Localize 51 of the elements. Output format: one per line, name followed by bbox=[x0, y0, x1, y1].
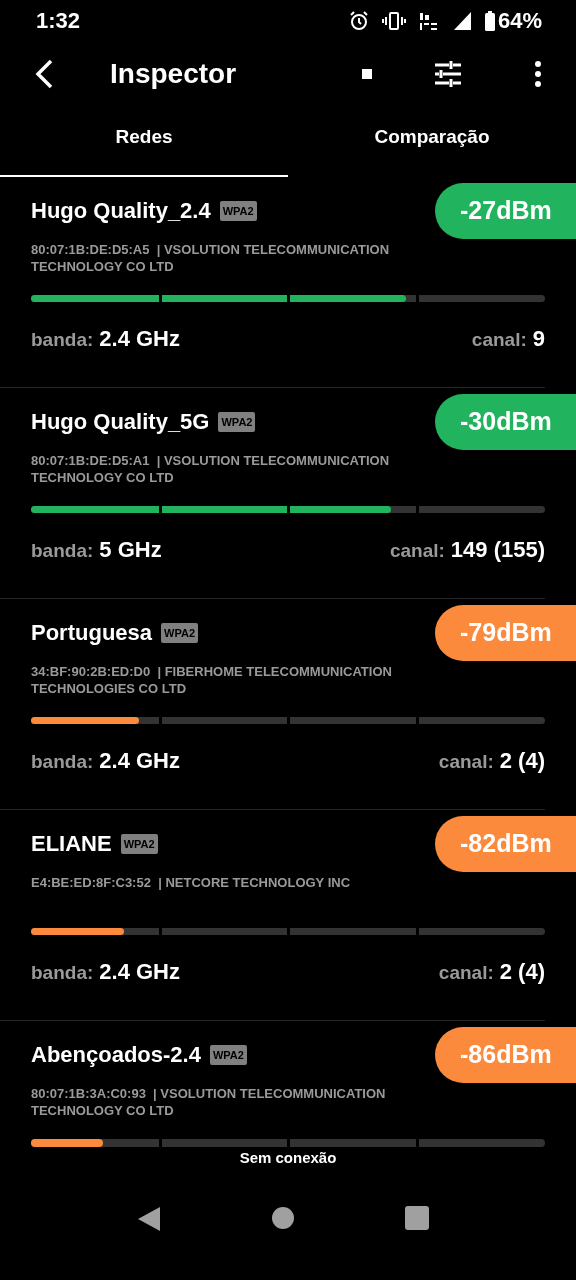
stop-button[interactable] bbox=[362, 69, 372, 80]
mac-vendor-text: 80:07:1B:DE:D5:A5 | VSOLUTION TELECOMMUNICATION TECHNOLOGY CO LTD bbox=[31, 240, 391, 275]
battery-icon bbox=[483, 9, 496, 32]
network-name: Hugo Quality_5G bbox=[31, 408, 210, 437]
security-tag: WPA2 bbox=[161, 622, 198, 644]
channel-value: 149 (155) bbox=[450, 535, 545, 564]
signal-strength-badge: -82dBm bbox=[435, 815, 576, 872]
band-label: banda: bbox=[31, 538, 94, 563]
channel-label: canal: bbox=[471, 327, 527, 352]
security-tag: WPA2 bbox=[120, 833, 158, 855]
back-button[interactable] bbox=[34, 58, 54, 91]
vibrate-icon bbox=[381, 9, 406, 32]
channel-label: canal: bbox=[389, 538, 445, 563]
band-value: 2.4 GHz bbox=[99, 324, 180, 353]
connection-status: Sem conexão bbox=[239, 1147, 337, 1168]
tab[interactable]: Redes bbox=[0, 107, 288, 177]
network-name: Hugo Quality_2.4 bbox=[31, 197, 211, 226]
nav-back-icon[interactable] bbox=[137, 1205, 161, 1232]
band-value: 2.4 GHz bbox=[99, 957, 180, 986]
channel-label: canal: bbox=[438, 960, 494, 985]
network-name: Abençoados-2.4 bbox=[31, 1041, 201, 1070]
channel-value: 9 bbox=[532, 324, 545, 353]
security-tag: WPA2 bbox=[218, 411, 256, 433]
security-tag: WPA2 bbox=[219, 200, 257, 222]
filter-icon[interactable] bbox=[434, 61, 462, 88]
channel-value: 2 (4) bbox=[499, 957, 545, 986]
signal-strength-badge: -86dBm bbox=[435, 1026, 576, 1083]
nav-home-icon[interactable] bbox=[271, 1205, 295, 1230]
mac-vendor-text: 34:BF:90:2B:ED:D0 | FIBERHOME TELECOMMUNICATION TECHNOLOGIES CO LTD bbox=[31, 662, 393, 697]
band-label: banda: bbox=[31, 749, 94, 774]
band-value: 2.4 GHz bbox=[99, 746, 180, 775]
channel-label: canal: bbox=[438, 749, 494, 774]
more-menu-icon[interactable] bbox=[534, 61, 542, 88]
nav-recents-icon[interactable] bbox=[405, 1205, 429, 1230]
mac-vendor-text: 80:07:1B:3A:C0:93 | VSOLUTION TELECOMMUNICATION TECHNOLOGY CO LTD bbox=[31, 1084, 387, 1119]
tab[interactable]: Comparação bbox=[288, 107, 576, 177]
band-label: banda: bbox=[31, 960, 94, 985]
status-time: 1:32 bbox=[36, 7, 81, 36]
screen-title: Inspector bbox=[110, 57, 238, 92]
security-tag: WPA2 bbox=[209, 1044, 247, 1066]
mac-vendor-text: 80:07:1B:DE:D5:A1 | VSOLUTION TELECOMMUNICATION TECHNOLOGY CO LTD bbox=[31, 451, 391, 486]
band-value: 5 GHz bbox=[99, 535, 162, 564]
battery-percent: 64% bbox=[497, 7, 542, 36]
signal-strength-badge: -27dBm bbox=[435, 182, 576, 239]
network-name: Portuguesa bbox=[31, 619, 153, 648]
signal-strength-badge: -30dBm bbox=[435, 393, 576, 450]
band-label: banda: bbox=[31, 327, 94, 352]
signal-strength-badge: -79dBm bbox=[435, 604, 576, 661]
channel-value: 2 (4) bbox=[499, 746, 545, 775]
network-name: ELIANE bbox=[31, 830, 112, 859]
mac-vendor-text: E4:BE:ED:8F:C3:52 | NETCORE TECHNOLOGY INC bbox=[31, 873, 352, 891]
